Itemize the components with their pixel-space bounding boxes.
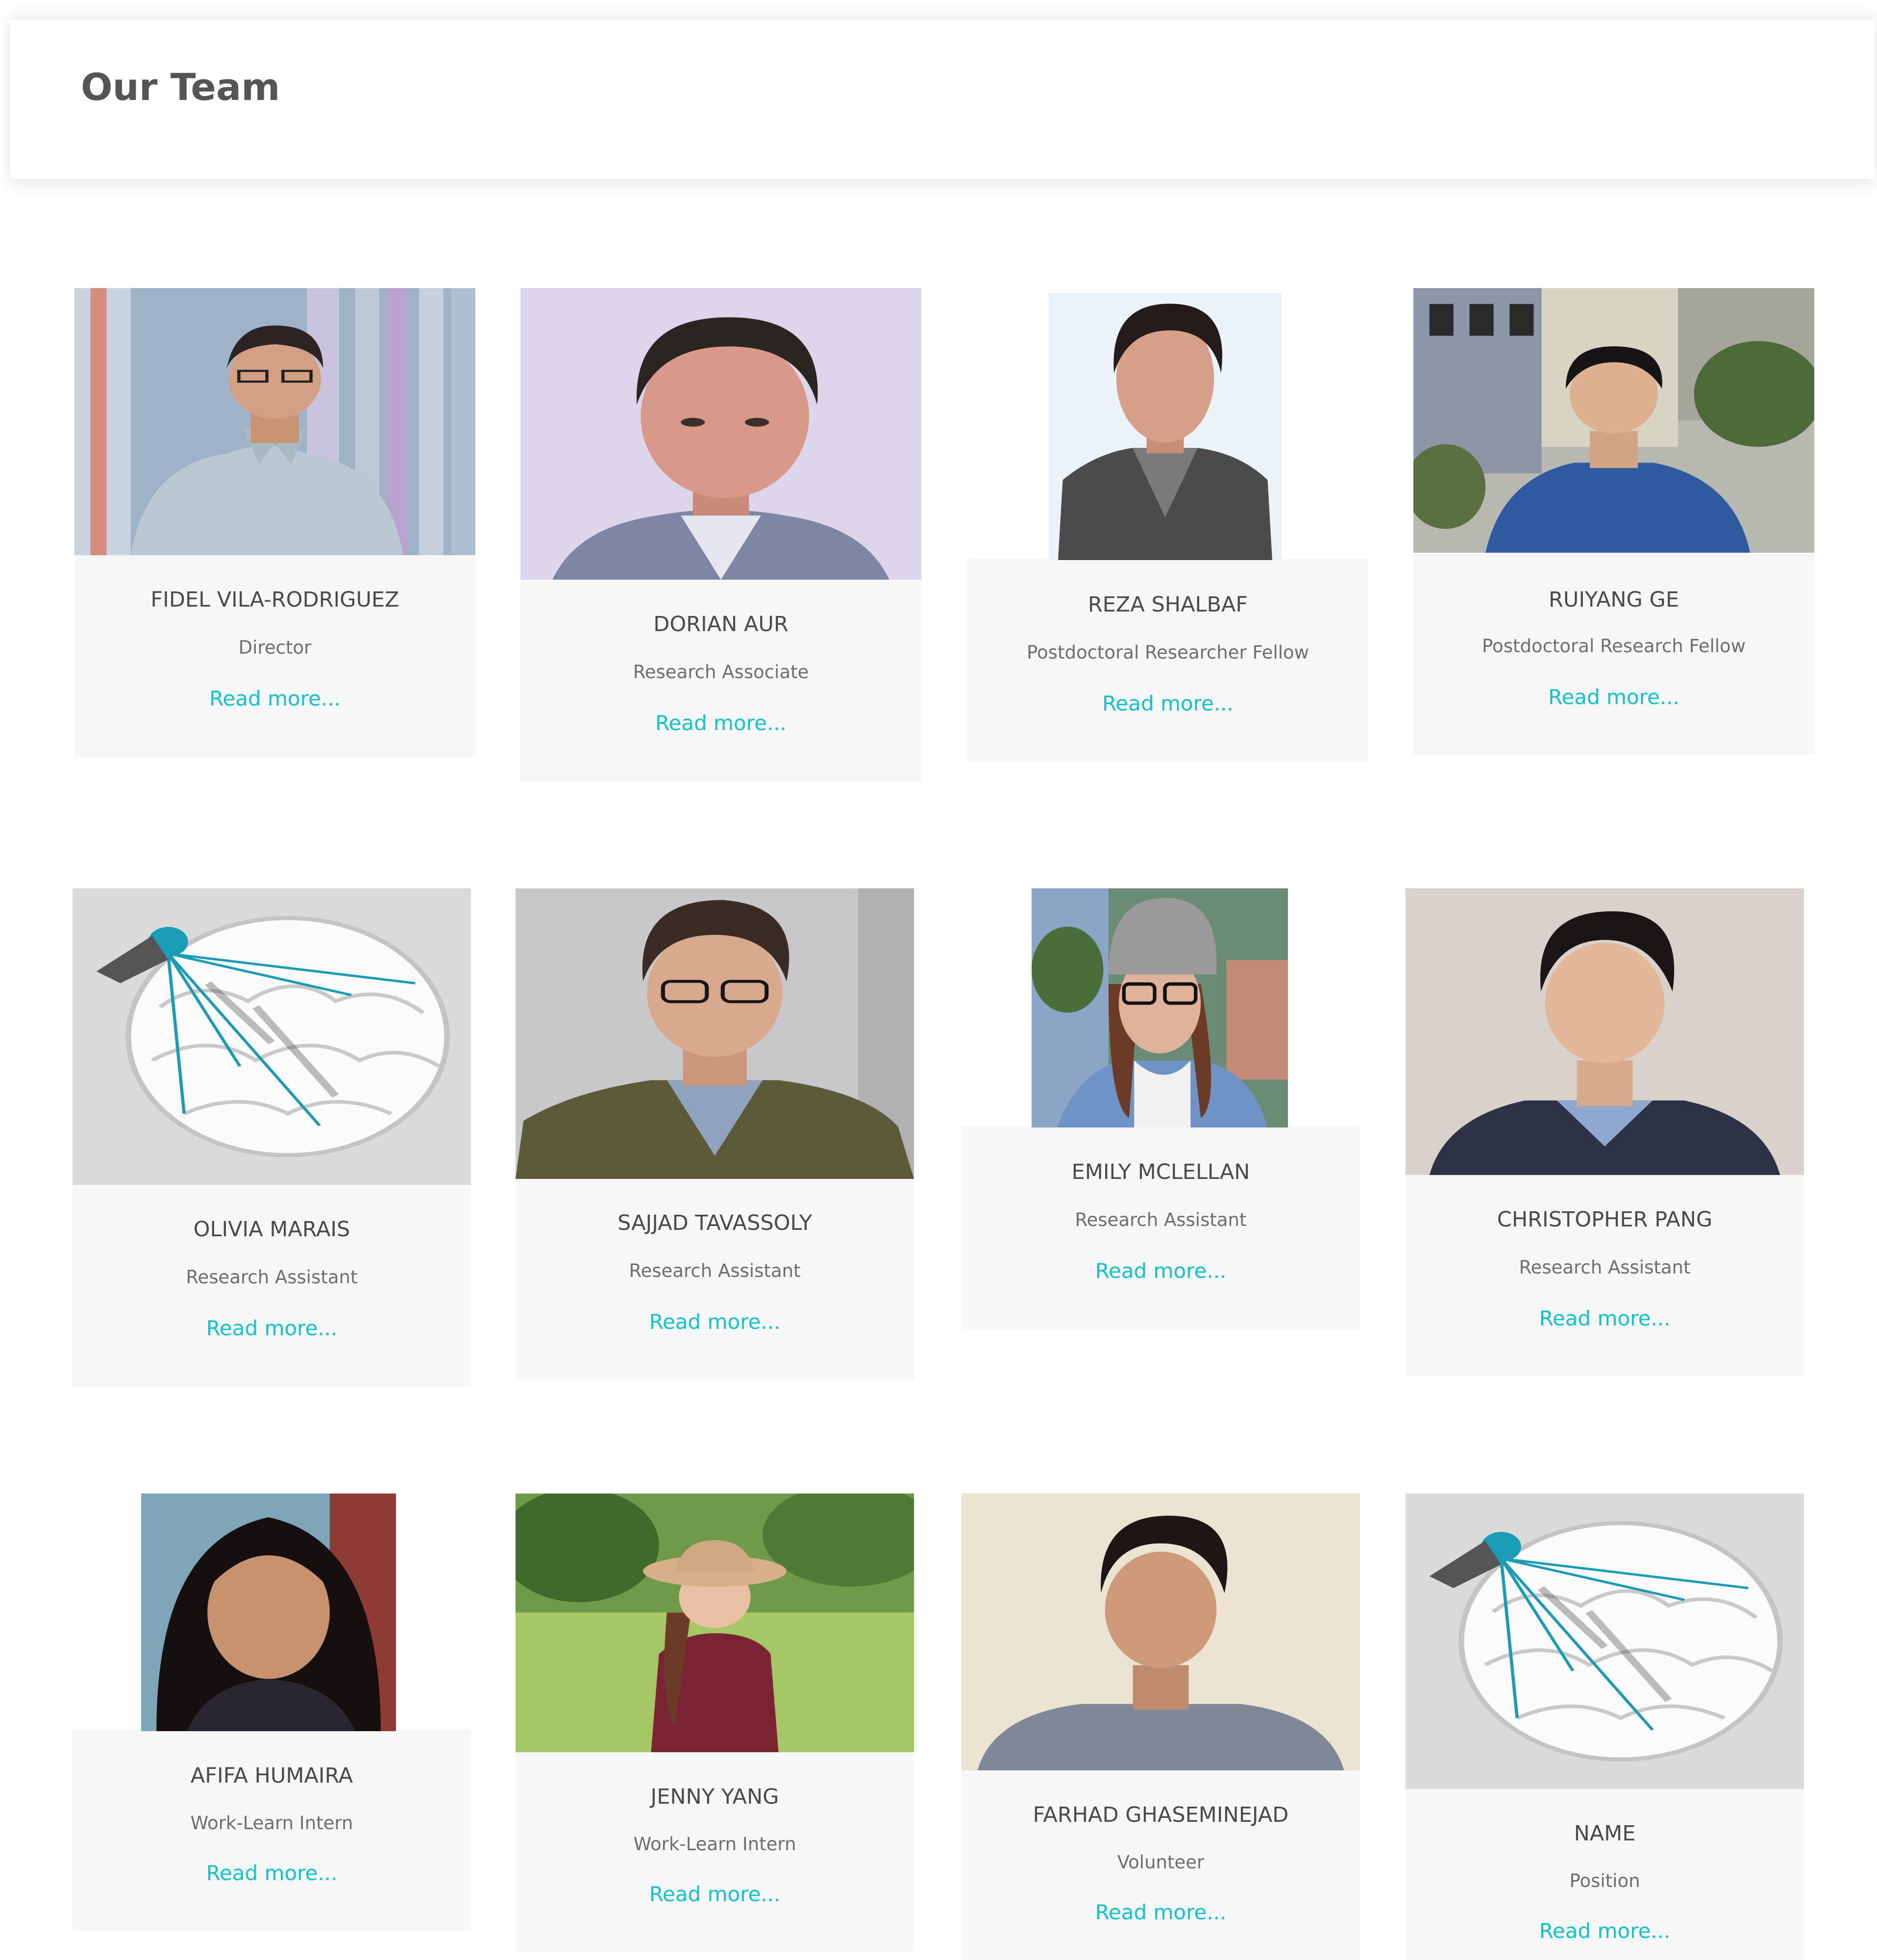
member-name: FIDEL VILA-RODRIGUEZ: [150, 588, 399, 612]
team-page: Our Team FIDEL VILA-RODRIGUEZ Director R…: [0, 0, 1877, 1960]
page-title: Our Team: [81, 65, 280, 109]
member-role: Research Assistant: [1075, 1209, 1247, 1230]
read-more-link[interactable]: Read more...: [1406, 1921, 1804, 1941]
team-card: CHRISTOPHER PANG Research Assistant Read…: [1406, 1174, 1804, 1377]
member-role: Research Assistant: [1519, 1257, 1691, 1278]
team-card: NAME Position Read more...: [1406, 1788, 1804, 1960]
member-photo: [520, 288, 921, 580]
member-photo: [516, 888, 914, 1179]
brain-logo-image: [73, 888, 471, 1185]
member-photo: [1032, 888, 1288, 1127]
read-more-link[interactable]: Read more...: [1413, 687, 1814, 708]
read-more-link[interactable]: Read more...: [520, 713, 921, 734]
read-more-link[interactable]: Read more...: [962, 1261, 1360, 1281]
member-role: Position: [1569, 1870, 1640, 1891]
team-card: DORIAN AUR Research Associate Read more.…: [520, 578, 921, 782]
page-header: [10, 20, 1875, 179]
team-card: RUIYANG GE Postdoctoral Research Fellow …: [1413, 554, 1814, 755]
team-card: FIDEL VILA-RODRIGUEZ Director Read more.…: [74, 554, 475, 757]
member-role: Research Associate: [633, 662, 809, 683]
read-more-link[interactable]: Read more...: [74, 688, 475, 709]
read-more-link[interactable]: Read more...: [73, 1318, 471, 1339]
brain-logo-image: [1406, 1494, 1804, 1789]
member-role: Volunteer: [1117, 1852, 1205, 1873]
member-name: CHRISTOPHER PANG: [1497, 1207, 1713, 1232]
team-card: SAJJAD TAVASSOLY Research Assistant Read…: [516, 1177, 914, 1380]
member-name: REZA SHALBAF: [1087, 592, 1248, 617]
team-card: JENNY YANG Work-Learn Intern Read more..…: [516, 1751, 914, 1952]
member-name: RUIYANG GE: [1548, 588, 1679, 612]
read-more-link[interactable]: Read more...: [1406, 1308, 1804, 1329]
member-role: Postdoctoral Research Fellow: [1482, 636, 1746, 657]
member-photo: [1413, 288, 1814, 553]
member-role: Work-Learn Intern: [633, 1834, 796, 1855]
member-role: Research Assistant: [186, 1267, 358, 1288]
read-more-link[interactable]: Read more...: [516, 1312, 914, 1332]
team-card: FARHAD GHASEMINEJAD Volunteer Read more.…: [962, 1769, 1360, 1960]
member-name: EMILY MCLELLAN: [1071, 1160, 1250, 1184]
team-card: OLIVIA MARAIS Research Assistant Read mo…: [73, 1183, 471, 1387]
member-photo: [516, 1494, 914, 1752]
read-more-link[interactable]: Read more...: [73, 1863, 471, 1884]
read-more-link[interactable]: Read more...: [967, 693, 1368, 714]
read-more-link[interactable]: Read more...: [962, 1902, 1360, 1923]
member-role: Research Assistant: [629, 1260, 801, 1281]
team-card: REZA SHALBAF Postdoctoral Researcher Fel…: [967, 559, 1368, 762]
member-role: Director: [238, 637, 312, 658]
read-more-link[interactable]: Read more...: [516, 1884, 914, 1905]
member-photo: [74, 288, 475, 555]
member-role: Postdoctoral Researcher Fellow: [1027, 642, 1309, 663]
member-role: Work-Learn Intern: [190, 1813, 353, 1834]
member-name: JENNY YANG: [650, 1785, 779, 1809]
member-name: NAME: [1574, 1821, 1636, 1846]
member-photo: [962, 1494, 1360, 1770]
member-photo: [1406, 888, 1804, 1175]
member-name: SAJJAD TAVASSOLY: [617, 1211, 812, 1235]
team-card: EMILY MCLELLAN Research Assistant Read m…: [962, 1126, 1360, 1329]
member-photo: [1049, 293, 1282, 560]
member-name: FARHAD GHASEMINEJAD: [1033, 1803, 1289, 1827]
member-name: OLIVIA MARAIS: [193, 1217, 350, 1242]
member-name: DORIAN AUR: [653, 612, 789, 637]
member-photo: [141, 1494, 396, 1731]
member-name: AFIFA HUMAIRA: [190, 1764, 353, 1788]
team-card: AFIFA HUMAIRA Work-Learn Intern Read mor…: [73, 1730, 471, 1931]
